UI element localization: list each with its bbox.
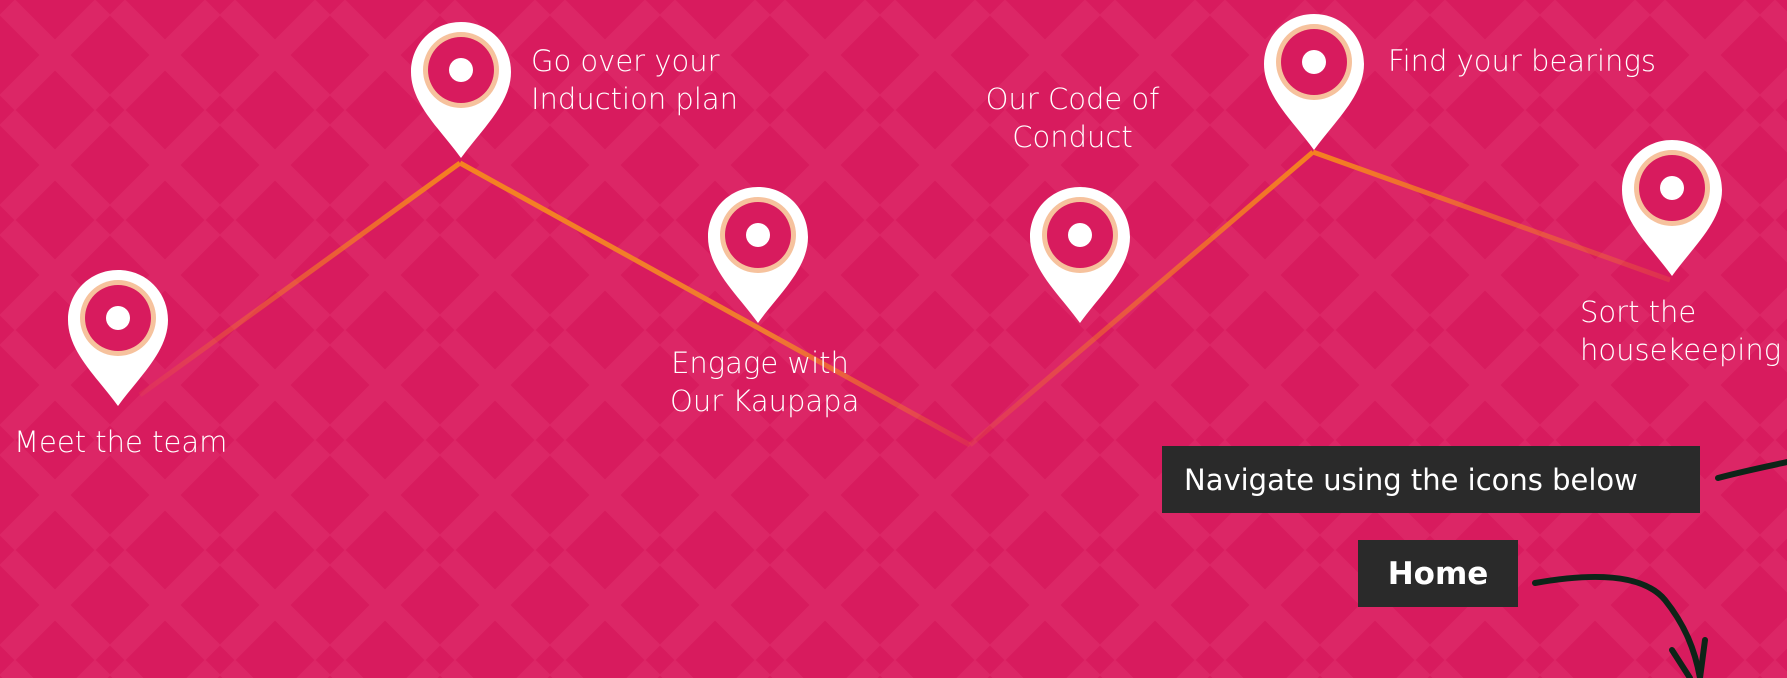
map-pin-icon[interactable] bbox=[1030, 185, 1130, 325]
map-pin-icon[interactable] bbox=[1264, 12, 1364, 152]
map-pin-icon[interactable] bbox=[68, 268, 168, 408]
stop-label-line: Engage with bbox=[671, 346, 849, 380]
stop-label-bearings[interactable]: Find your bearings bbox=[1388, 42, 1656, 80]
stop-label-line: Conduct bbox=[1012, 120, 1133, 154]
stop-label-code-of-conduct[interactable]: Our Code of Conduct bbox=[980, 80, 1165, 156]
map-pin-icon[interactable] bbox=[411, 20, 511, 160]
home-button[interactable]: Home bbox=[1358, 540, 1518, 607]
stop-label-line: housekeeping bbox=[1580, 333, 1782, 367]
stop-label-induction-plan[interactable]: Go over your Induction plan bbox=[531, 42, 738, 118]
map-pin-icon[interactable] bbox=[708, 185, 808, 325]
stop-label-housekeeping[interactable]: Sort the housekeeping bbox=[1580, 293, 1781, 369]
map-pin-icon[interactable] bbox=[1622, 138, 1722, 278]
route-line bbox=[138, 149, 1671, 448]
stop-label-line: Our Kaupapa bbox=[670, 384, 860, 418]
stop-label-line: Go over your bbox=[531, 44, 720, 78]
stop-label-meet-the-team[interactable]: Meet the team bbox=[14, 423, 227, 461]
stop-label-line: Induction plan bbox=[531, 82, 739, 116]
navigation-hint: Navigate using the icons below bbox=[1162, 446, 1700, 513]
stop-label-kaupapa[interactable]: Engage with Our Kaupapa bbox=[670, 344, 860, 420]
stop-label-line: Our Code of bbox=[985, 82, 1160, 116]
stop-label-line: Sort the bbox=[1580, 295, 1697, 329]
